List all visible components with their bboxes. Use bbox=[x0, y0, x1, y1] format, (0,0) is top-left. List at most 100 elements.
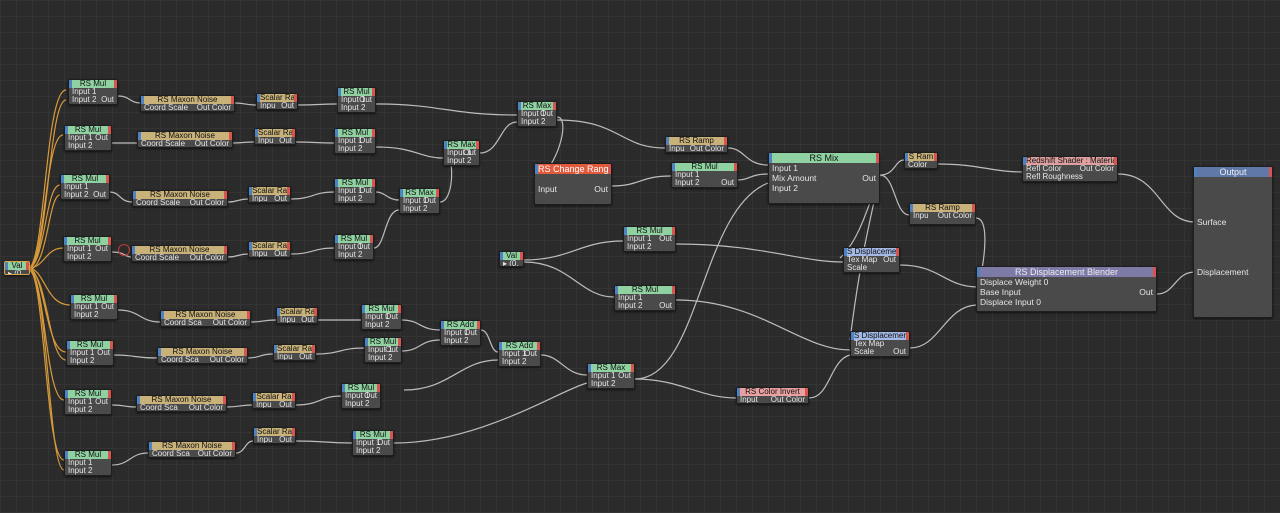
input-port-label[interactable]: Input 2 bbox=[502, 358, 526, 366]
input-port-label[interactable]: Coord Scale bbox=[144, 104, 188, 112]
node-mulb3[interactable]: RS Mul Input 1 Out Input 2 bbox=[334, 178, 376, 204]
output-port-label[interactable]: Out bbox=[524, 350, 537, 358]
node-mulb2[interactable]: RS Mul Input 1 Out Input 2 bbox=[334, 128, 376, 154]
input-port-label[interactable]: Coord Sca bbox=[140, 404, 178, 412]
node-scal6[interactable]: Scalar Ra Inpu Out bbox=[273, 344, 316, 361]
input-port-label[interactable]: Displace Weight 0 bbox=[980, 277, 1048, 287]
output-port-label[interactable]: Out bbox=[279, 137, 292, 145]
input-port-label[interactable]: Input 2 bbox=[72, 96, 96, 104]
output-port-label[interactable]: Out Color bbox=[189, 404, 223, 412]
output-port-label[interactable]: Out Color bbox=[690, 145, 724, 153]
input-port-label[interactable]: Coord Sca bbox=[164, 319, 202, 327]
input-port-label[interactable]: Surface bbox=[1197, 217, 1226, 227]
output-port-label[interactable]: Out Color bbox=[198, 450, 232, 458]
node-mulc[interactable]: RS Mul Input 1 Input 2 Out bbox=[671, 162, 738, 188]
node-mulb6[interactable]: RS Mul Input 1 Out Input 2 bbox=[364, 337, 402, 363]
input-port-label[interactable]: Scale bbox=[854, 348, 874, 356]
input-port-label[interactable]: Input 2 bbox=[618, 302, 642, 310]
output-port-label[interactable]: Out bbox=[95, 134, 108, 142]
node-noise6[interactable]: RS Maxon Noise Coord Sca Out Color bbox=[157, 347, 248, 364]
input-port-label[interactable]: Inpu bbox=[277, 353, 293, 361]
node-noise4[interactable]: RS Maxon Noise Coord Scale Out Color bbox=[131, 245, 228, 262]
input-port-label[interactable]: Base Input bbox=[980, 287, 1021, 297]
node-disp2[interactable]: S Displacemer Tex Map Scale Out bbox=[850, 331, 910, 357]
node-output[interactable]: Output Surface Displacement bbox=[1193, 166, 1273, 318]
output-port-label[interactable]: Out bbox=[659, 235, 672, 243]
output-port-label[interactable]: Out bbox=[279, 436, 292, 444]
output-port-label[interactable]: Out bbox=[659, 302, 672, 310]
output-port-label[interactable]: Out bbox=[101, 96, 114, 104]
input-port-label[interactable]: Inpu bbox=[256, 401, 272, 409]
output-port-label[interactable]: Out bbox=[274, 250, 287, 258]
input-port-label[interactable]: Input 2 bbox=[338, 195, 362, 203]
output-port-label[interactable]: Out Color bbox=[938, 212, 972, 220]
input-port-label[interactable]: Inpu bbox=[258, 137, 274, 145]
input-port-label[interactable]: Coord Sca bbox=[152, 450, 190, 458]
output-port-label[interactable]: Out bbox=[274, 195, 287, 203]
output-port-label[interactable]: Out bbox=[1139, 287, 1153, 297]
output-port-label[interactable]: Out Color bbox=[210, 356, 244, 364]
node-mulb4[interactable]: RS Mul Input 1 Out Input 2 bbox=[334, 234, 374, 260]
node-noise8[interactable]: RS Maxon Noise Coord Sca Out Color bbox=[148, 441, 236, 458]
input-port-label[interactable]: Input 2 bbox=[772, 183, 798, 193]
node-inv[interactable]: RS Color Invert Input Out Color bbox=[736, 387, 809, 404]
output-port-label[interactable]: Out bbox=[301, 316, 314, 324]
input-port-label[interactable]: Coord Sca bbox=[161, 356, 199, 364]
node-max1[interactable]: RS Max Input 1 Out Input 2 bbox=[399, 188, 440, 214]
node-change[interactable]: RS Change Range Input Out bbox=[534, 163, 612, 205]
input-port-label[interactable]: Inpu bbox=[280, 316, 296, 324]
input-port-label[interactable]: Input 2 bbox=[403, 205, 427, 213]
input-port-label[interactable]: Inpu bbox=[913, 212, 929, 220]
output-port-label[interactable]: Out Color bbox=[1080, 165, 1114, 173]
node-mulb8[interactable]: RS Mul Input 1 Out Input 2 bbox=[352, 430, 394, 456]
output-port-label[interactable]: Out bbox=[93, 191, 106, 199]
node-noise2[interactable]: RS Maxon Noise Coord Scale Out Color bbox=[137, 131, 233, 148]
node-title[interactable]: RS Mix bbox=[769, 153, 879, 163]
node-mul8[interactable]: RS Mul Input 1 Input 2 bbox=[64, 450, 112, 476]
node-add2[interactable]: RS Add Input 1 Out Input 2 bbox=[498, 341, 541, 367]
node-ramp2[interactable]: S Ram Color bbox=[904, 152, 938, 169]
input-port-label[interactable]: Input 2 bbox=[365, 321, 389, 329]
output-port-label[interactable]: Out Color bbox=[197, 104, 231, 112]
output-port-label[interactable]: Out Color bbox=[771, 396, 805, 404]
input-port-label[interactable]: Coord Scale bbox=[141, 140, 185, 148]
node-mulb1[interactable]: RS Mul Input 1 Out Input 2 bbox=[337, 87, 376, 113]
output-port-label[interactable]: Out bbox=[862, 173, 876, 183]
input-port-label[interactable]: Refl Roughness bbox=[1026, 173, 1083, 181]
node-disp1[interactable]: S Displacemer Tex Map Out Scale bbox=[843, 247, 900, 273]
input-port-label[interactable]: Inpu bbox=[260, 102, 276, 110]
node-title[interactable]: Output bbox=[1194, 167, 1272, 177]
input-port-label[interactable]: Input 2 bbox=[341, 104, 365, 112]
node-muld1[interactable]: RS Mul Input 1 Out Input 2 bbox=[623, 226, 676, 252]
node-scal2[interactable]: Scalar Ra Inpu Out bbox=[254, 128, 296, 145]
input-port-label[interactable]: Coord Scale bbox=[136, 199, 180, 207]
output-port-label[interactable]: Out bbox=[299, 353, 312, 361]
input-port-label[interactable]: Input 2 bbox=[70, 357, 94, 365]
input-port-label[interactable]: Input 2 bbox=[627, 243, 651, 251]
node-add1[interactable]: RS Add Input 1 Out Input 2 bbox=[440, 320, 481, 346]
input-port-label[interactable]: Input 2 bbox=[675, 179, 699, 187]
output-port-label[interactable]: Out bbox=[281, 102, 294, 110]
output-port-label[interactable]: Out Color bbox=[195, 140, 229, 148]
node-ramp3[interactable]: RS Ramp Inpu Out Color bbox=[909, 203, 976, 225]
input-port-label[interactable]: Input 2 bbox=[64, 191, 88, 199]
input-port-label[interactable]: Scale bbox=[847, 264, 867, 272]
node-scal4[interactable]: Scalar Ra Inpu Out bbox=[248, 241, 291, 258]
input-port-label[interactable]: Input 2 bbox=[74, 311, 98, 319]
input-port-label[interactable]: Input 2 bbox=[591, 380, 615, 388]
node-noise3[interactable]: RS Maxon Noise Coord Scale Out Color bbox=[132, 190, 228, 207]
input-port-label[interactable]: Input 2 bbox=[368, 354, 392, 362]
input-port-label[interactable]: Displacement bbox=[1197, 267, 1249, 277]
input-port-label[interactable]: Input bbox=[740, 396, 758, 404]
input-port-label[interactable]: Input 2 bbox=[67, 253, 91, 261]
node-noise1[interactable]: RS Maxon Noise Coord Scale Out Color bbox=[140, 95, 235, 112]
output-port-label[interactable]: Out bbox=[618, 372, 631, 380]
input-port-label[interactable]: Input 2 bbox=[447, 157, 471, 165]
input-port-label[interactable]: Input 2 bbox=[338, 251, 362, 259]
node-max3[interactable]: RS Max Input 1 Out Input 2 bbox=[517, 101, 557, 127]
node-mul5[interactable]: RS Mul Input 1 Out Input 2 bbox=[70, 294, 118, 320]
node-max4[interactable]: RS Max Input 1 Out Input 2 bbox=[587, 363, 635, 389]
input-port-label[interactable]: Inpu bbox=[669, 145, 685, 153]
node-mul7[interactable]: RS Mul Input 1 Out Input 2 bbox=[64, 389, 112, 415]
input-port-label[interactable]: Inpu bbox=[252, 250, 268, 258]
